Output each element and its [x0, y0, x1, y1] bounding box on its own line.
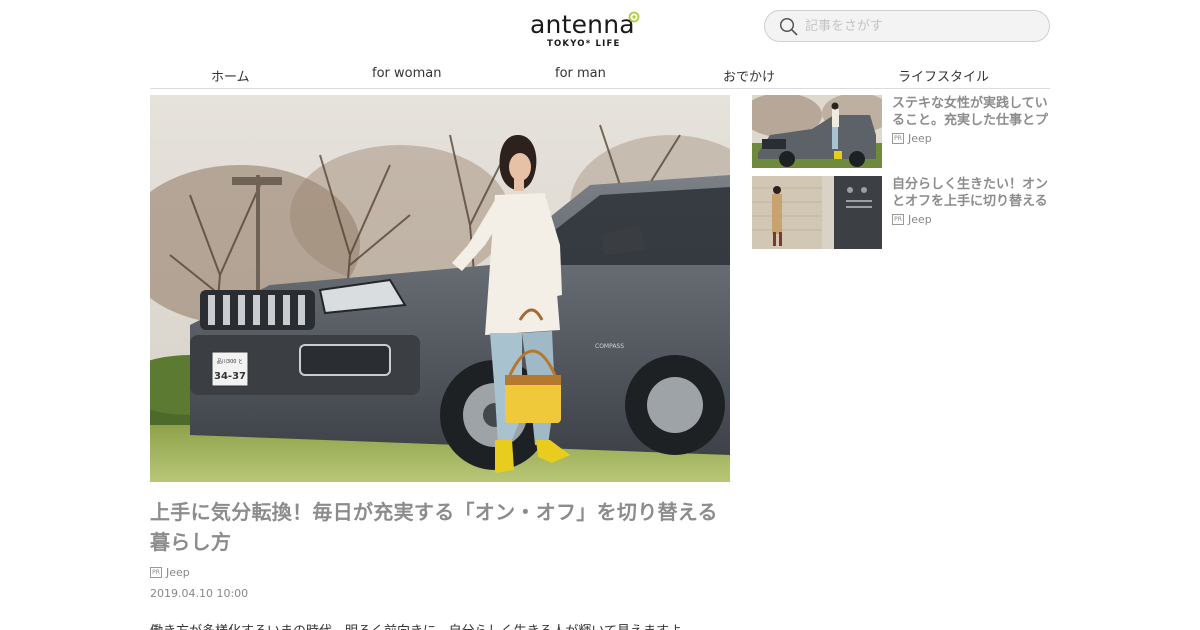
license-plate-number: 34-37: [214, 371, 246, 382]
article-date: 2019.04.10 10:00: [150, 587, 249, 600]
related-article-1-thumbnail[interactable]: [752, 95, 882, 168]
nav-item-for-man[interactable]: for man: [555, 66, 606, 81]
search-input[interactable]: [805, 16, 1035, 36]
car-badge-text: COMPASS: [595, 343, 624, 350]
pr-badge: PR: [892, 214, 904, 225]
article-title[interactable]: 上手に気分転換！毎日が充実する「オン・オフ」を切り替える暮らし方: [150, 497, 730, 557]
article-sponsor[interactable]: Jeep: [166, 566, 190, 579]
page: antenna TOKYO* LIFE ホーム for woman for ma…: [0, 0, 1200, 630]
pr-badge: PR: [892, 133, 904, 144]
related-article-2-meta: PR Jeep: [892, 213, 932, 226]
related-article-2[interactable]: 自分らしく生きたい！オンとオフを上手に切り替える PR Jeep: [752, 176, 1050, 249]
article-sponsor-row: PR Jeep: [150, 564, 190, 580]
logo-tagline: TOKYO* LIFE: [547, 39, 621, 49]
nav-item-home[interactable]: ホーム: [211, 66, 250, 85]
nav-item-for-woman[interactable]: for woman: [372, 66, 441, 81]
related-article-2-thumbnail[interactable]: [752, 176, 882, 249]
logo-wordmark: antenna: [530, 10, 635, 39]
related-article-1-meta: PR Jeep: [892, 132, 932, 145]
main-nav: ホーム for woman for man おでかけ ライフスタイル: [150, 60, 1050, 89]
license-plate-top: 品川300 と: [217, 359, 243, 365]
article-lead: 働き方が多様化するいまの時代、明るく前向きに、自分らしく生きる人が輝いて見えます…: [150, 620, 730, 630]
search-icon[interactable]: [779, 17, 799, 37]
pr-badge: PR: [150, 566, 162, 578]
hero-image[interactable]: 品川300 と 34-37 COMPASS: [150, 95, 730, 482]
search-box[interactable]: [764, 10, 1050, 42]
related-article-2-sponsor[interactable]: Jeep: [908, 213, 932, 226]
related-article-1-title[interactable]: ステキな女性が実践していること。充実した仕事とプ: [892, 95, 1050, 129]
related-article-1[interactable]: ステキな女性が実践していること。充実した仕事とプ PR Jeep: [752, 95, 1050, 168]
antenna-logo[interactable]: antenna TOKYO* LIFE: [530, 10, 642, 52]
nav-item-lifestyle[interactable]: ライフスタイル: [898, 66, 989, 85]
sun-icon: [628, 11, 640, 23]
nav-item-odekake[interactable]: おでかけ: [723, 66, 775, 85]
related-article-1-sponsor[interactable]: Jeep: [908, 132, 932, 145]
related-article-2-title[interactable]: 自分らしく生きたい！オンとオフを上手に切り替える: [892, 176, 1050, 210]
